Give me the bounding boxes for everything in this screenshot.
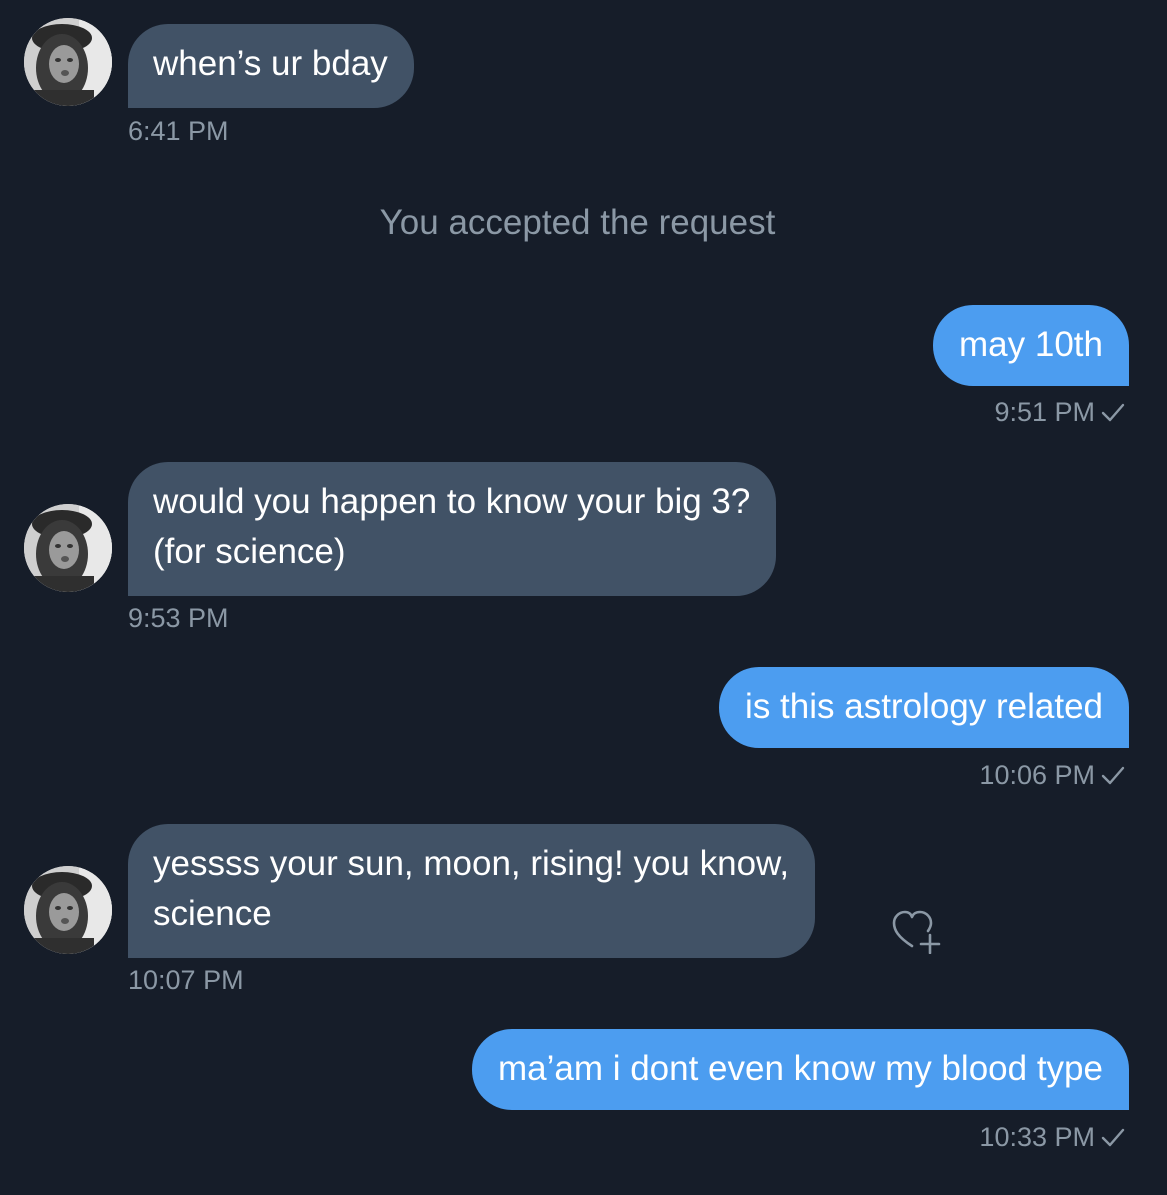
message-text: when’s ur bday <box>153 44 388 83</box>
message-bubble-outgoing[interactable]: ma’am i dont even know my blood type <box>471 1029 1129 1110</box>
avatar-photo <box>24 866 112 954</box>
timestamp-text: 9:51 PM <box>994 397 1095 427</box>
message-text: is this astrology related <box>745 687 1103 726</box>
message-timestamp: 9:51 PM <box>994 397 1125 428</box>
timestamp-text: 10:33 PM <box>979 1122 1095 1152</box>
message-text: may 10th <box>959 325 1103 364</box>
message-bubble-outgoing[interactable]: is this astrology related <box>719 667 1129 748</box>
message-text-line: would you happen to know your big 3? <box>153 482 751 521</box>
check-icon <box>1101 403 1125 422</box>
message-bubble-incoming[interactable]: yessss your sun, moon, rising! you know,… <box>128 824 816 958</box>
message-bubble-outgoing[interactable]: may 10th <box>933 305 1129 386</box>
message-timestamp: 6:41 PM <box>128 116 229 146</box>
message-text-line: (for science) <box>153 532 346 571</box>
avatar-photo <box>24 504 112 592</box>
message-timestamp: 10:06 PM <box>979 760 1125 791</box>
heart-plus-icon[interactable] <box>890 908 942 954</box>
sender-avatar[interactable] <box>24 18 112 106</box>
message-timestamp: 10:07 PM <box>128 965 244 995</box>
message-text: ma’am i dont even know my blood type <box>497 1049 1103 1088</box>
sender-avatar[interactable] <box>24 504 112 592</box>
check-icon <box>1101 766 1125 785</box>
message-bubble-incoming[interactable]: when’s ur bday <box>128 24 414 108</box>
sender-avatar[interactable] <box>24 866 112 954</box>
avatar-photo <box>24 18 112 106</box>
message-text-line: yessss your sun, moon, rising! you know, <box>153 844 790 883</box>
timestamp-text: 10:06 PM <box>979 760 1095 790</box>
message-timestamp: 9:53 PM <box>128 603 229 633</box>
message-text-line: science <box>153 894 272 933</box>
message-timestamp: 10:33 PM <box>979 1122 1125 1153</box>
system-notice: You accepted the request <box>379 203 776 242</box>
message-bubble-incoming[interactable]: would you happen to know your big 3? (fo… <box>128 462 777 596</box>
message-thread: when’s ur bday 6:41 PM You accepted the … <box>0 0 1167 1195</box>
check-icon <box>1101 1128 1125 1147</box>
